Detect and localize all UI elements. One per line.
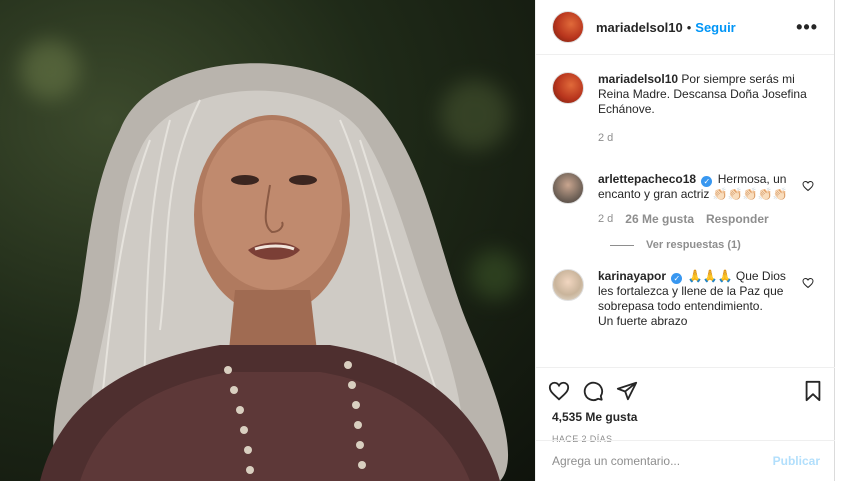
- paper-plane-icon[interactable]: [616, 380, 638, 402]
- replies-line: [610, 244, 634, 246]
- page-margin: [835, 0, 855, 481]
- view-replies-button[interactable]: Ver respuestas (1): [610, 239, 820, 251]
- comments-list[interactable]: mariadelsol10 Por siempre serás mi Reina…: [536, 56, 836, 366]
- author-username[interactable]: mariadelsol10: [596, 20, 683, 35]
- likes-count[interactable]: 4,535 Me gusta: [552, 410, 820, 424]
- comment-input[interactable]: [552, 454, 762, 468]
- commenter-avatar[interactable]: [552, 269, 584, 301]
- bookmark-icon[interactable]: [802, 380, 824, 402]
- caption-author[interactable]: mariadelsol10: [598, 72, 678, 86]
- comment-text-line2: Un fuerte abrazo: [598, 314, 688, 328]
- separator-dot: •: [686, 19, 692, 35]
- comment-time[interactable]: 2 d: [598, 212, 613, 227]
- comment-author[interactable]: karinayapor: [598, 269, 666, 283]
- comment-item: arlettepacheco18 ✓ Hermosa, un encanto y…: [552, 172, 820, 227]
- caption: mariadelsol10 Por siempre serás mi Reina…: [552, 72, 820, 160]
- publish-button[interactable]: Publicar: [773, 454, 820, 468]
- comment-likes[interactable]: 26 Me gusta: [625, 212, 694, 227]
- heart-icon[interactable]: [548, 380, 570, 402]
- post-details-panel: mariadelsol10 • Seguir ••• mariadelsol10…: [535, 0, 836, 481]
- post-image[interactable]: [0, 0, 535, 481]
- more-options-icon[interactable]: •••: [796, 17, 818, 38]
- portrait-photo: [40, 63, 509, 481]
- comment-like-icon[interactable]: [802, 180, 814, 192]
- comment-item: karinayapor ✓ 🙏🙏🙏 Que Dios les fortalezc…: [552, 269, 820, 329]
- reply-button[interactable]: Responder: [706, 212, 769, 227]
- follow-button[interactable]: Seguir: [695, 20, 735, 35]
- caption-time[interactable]: 2 d: [598, 131, 613, 146]
- commenter-avatar[interactable]: [552, 172, 584, 204]
- post-actions: 4,535 Me gusta HACE 2 DÍAS: [536, 367, 836, 444]
- comment-like-icon[interactable]: [802, 277, 814, 289]
- view-replies-label: Ver respuestas (1): [646, 239, 741, 251]
- caption-avatar[interactable]: [552, 72, 584, 104]
- add-comment-bar: Publicar: [536, 440, 836, 481]
- author-avatar[interactable]: [552, 11, 584, 43]
- post-header: mariadelsol10 • Seguir •••: [536, 0, 834, 55]
- verified-badge-icon: ✓: [701, 176, 713, 187]
- comment-author[interactable]: arlettepacheco18: [598, 172, 696, 186]
- comment-icon[interactable]: [582, 380, 604, 402]
- verified-badge-icon: ✓: [671, 273, 683, 284]
